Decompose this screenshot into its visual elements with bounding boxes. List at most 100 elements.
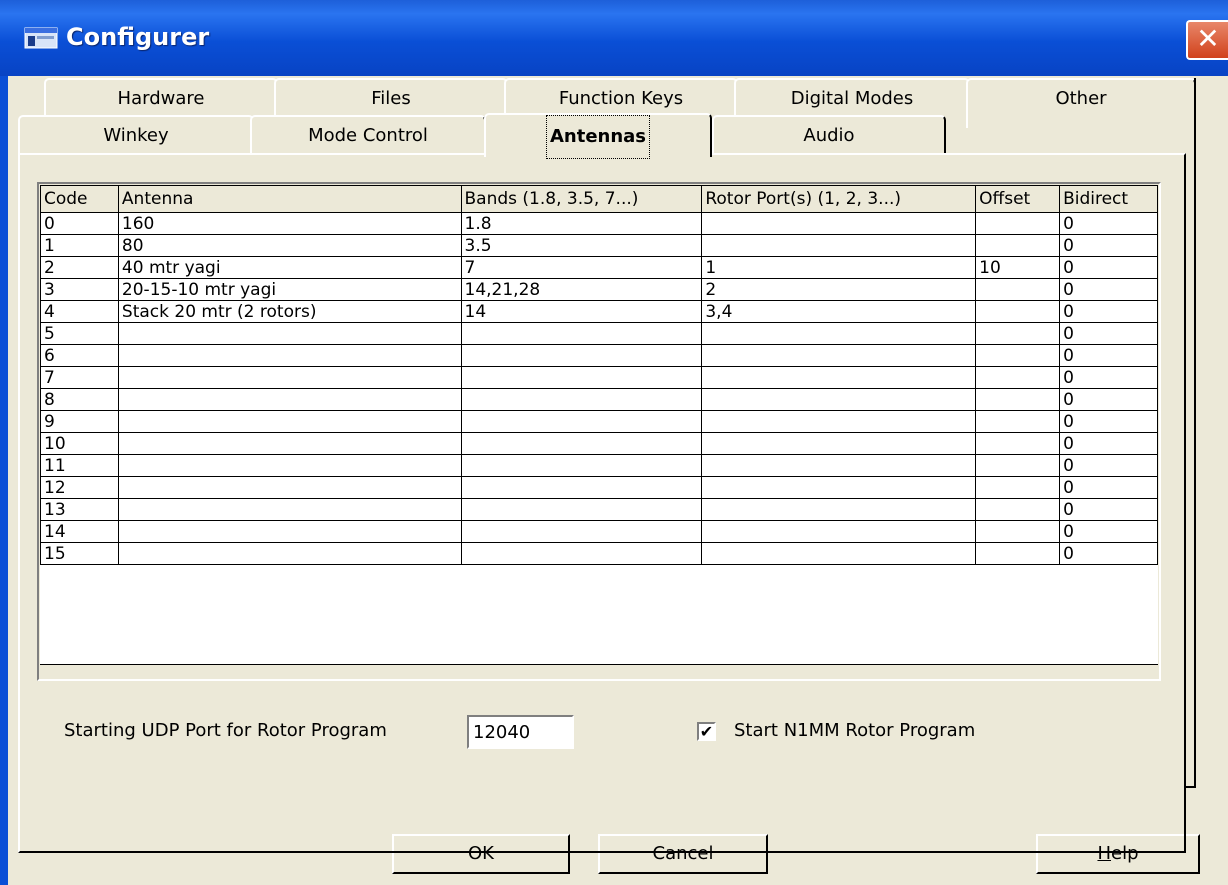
cell-rotor-ports[interactable] [701, 410, 977, 433]
tab-antennas[interactable]: Antennas [484, 113, 712, 159]
cell-bands[interactable] [460, 344, 703, 367]
cell-bidirect[interactable]: 0 [1059, 520, 1158, 543]
tab-audio[interactable]: Audio [712, 115, 946, 155]
cell-bands[interactable]: 7 [460, 256, 703, 279]
cell-offset[interactable] [975, 542, 1061, 565]
close-button[interactable]: ✕ [1186, 20, 1228, 60]
cell-code[interactable]: 13 [40, 498, 119, 521]
cell-antenna[interactable] [117, 388, 462, 411]
tab-files[interactable]: Files [274, 78, 508, 118]
cell-antenna[interactable] [117, 520, 462, 543]
column-header-code[interactable]: Code [40, 185, 119, 213]
table-row[interactable]: 12 0 [40, 476, 1158, 499]
cell-rotor-ports[interactable] [701, 234, 977, 257]
table-row[interactable]: 4 Stack 20 mtr (2 rotors) 14 3,4 0 [40, 300, 1158, 323]
cell-bidirect[interactable]: 0 [1059, 300, 1158, 323]
cell-antenna[interactable] [117, 322, 462, 345]
tab-mode-control[interactable]: Mode Control [250, 115, 486, 155]
cell-rotor-ports[interactable]: 2 [701, 278, 977, 301]
cell-code[interactable]: 9 [40, 410, 119, 433]
cell-bidirect[interactable]: 0 [1059, 344, 1158, 367]
column-header-bidirect[interactable]: Bidirect [1059, 185, 1158, 213]
cell-bands[interactable] [460, 454, 703, 477]
cell-rotor-ports[interactable] [701, 498, 977, 521]
cell-code[interactable]: 6 [40, 344, 119, 367]
cell-code[interactable]: 11 [40, 454, 119, 477]
cell-code[interactable]: 7 [40, 366, 119, 389]
cell-offset[interactable] [975, 410, 1061, 433]
table-row[interactable]: 1 80 3.5 0 [40, 234, 1158, 257]
column-header-antenna[interactable]: Antenna [117, 185, 462, 213]
cell-offset[interactable] [975, 300, 1061, 323]
cell-rotor-ports[interactable] [701, 454, 977, 477]
cell-antenna[interactable]: 160 [117, 212, 462, 235]
cell-code[interactable]: 2 [40, 256, 119, 279]
cell-rotor-ports[interactable] [701, 366, 977, 389]
cell-offset[interactable] [975, 278, 1061, 301]
cell-bidirect[interactable]: 0 [1059, 498, 1158, 521]
cell-code[interactable]: 14 [40, 520, 119, 543]
cell-antenna[interactable] [117, 344, 462, 367]
cell-offset[interactable]: 10 [975, 256, 1061, 279]
cell-bands[interactable] [460, 542, 703, 565]
cell-code[interactable]: 12 [40, 476, 119, 499]
cell-bidirect[interactable]: 0 [1059, 256, 1158, 279]
table-row[interactable]: 15 0 [40, 542, 1158, 565]
cell-offset[interactable] [975, 322, 1061, 345]
column-header-offset[interactable]: Offset [975, 185, 1061, 213]
cell-rotor-ports[interactable] [701, 344, 977, 367]
table-row[interactable]: 2 40 mtr yagi 7 1 10 0 [40, 256, 1158, 279]
cell-code[interactable]: 5 [40, 322, 119, 345]
table-row[interactable]: 70 [40, 366, 1158, 389]
cell-bands[interactable] [460, 520, 703, 543]
cell-rotor-ports[interactable] [701, 212, 977, 235]
cell-antenna[interactable]: Stack 20 mtr (2 rotors) [117, 300, 462, 323]
cell-bidirect[interactable]: 0 [1059, 388, 1158, 411]
cell-bands[interactable] [460, 476, 703, 499]
tab-function-keys[interactable]: Function Keys [504, 78, 738, 118]
cell-bidirect[interactable]: 0 [1059, 410, 1158, 433]
cell-bands[interactable] [460, 366, 703, 389]
table-row[interactable]: 14 0 [40, 520, 1158, 543]
cell-bands[interactable]: 14 [460, 300, 703, 323]
cell-offset[interactable] [975, 366, 1061, 389]
cell-bands[interactable] [460, 410, 703, 433]
cell-rotor-ports[interactable] [701, 520, 977, 543]
cell-bands[interactable]: 14,21,28 [460, 278, 703, 301]
cell-offset[interactable] [975, 498, 1061, 521]
cell-bands[interactable] [460, 388, 703, 411]
cell-bidirect[interactable]: 0 [1059, 432, 1158, 455]
cell-antenna[interactable]: 20-15-10 mtr yagi [117, 278, 462, 301]
cell-bidirect[interactable]: 0 [1059, 454, 1158, 477]
table-row[interactable]: 50 [40, 322, 1158, 345]
tab-other[interactable]: Other [966, 78, 1196, 128]
cell-code[interactable]: 1 [40, 234, 119, 257]
cell-rotor-ports[interactable] [701, 388, 977, 411]
cell-bidirect[interactable]: 0 [1059, 542, 1158, 565]
cell-bands[interactable] [460, 498, 703, 521]
cell-code[interactable]: 0 [40, 212, 119, 235]
table-row[interactable]: 11 0 [40, 454, 1158, 477]
cell-bidirect[interactable]: 0 [1059, 476, 1158, 499]
cell-rotor-ports[interactable] [701, 542, 977, 565]
cell-offset[interactable] [975, 212, 1061, 235]
cell-antenna[interactable] [117, 432, 462, 455]
table-row[interactable]: 13 0 [40, 498, 1158, 521]
cell-rotor-ports[interactable] [701, 432, 977, 455]
cell-offset[interactable] [975, 388, 1061, 411]
table-row[interactable]: 10 0 [40, 432, 1158, 455]
cell-bidirect[interactable]: 0 [1059, 366, 1158, 389]
tab-digital-modes[interactable]: Digital Modes [734, 78, 970, 118]
tab-hardware[interactable]: Hardware [44, 78, 278, 118]
cell-bidirect[interactable]: 0 [1059, 322, 1158, 345]
cell-bidirect[interactable]: 0 [1059, 278, 1158, 301]
antenna-grid[interactable]: Code Antenna Bands (1.8, 3.5, 7...) Roto… [37, 182, 1161, 681]
cell-antenna[interactable] [117, 454, 462, 477]
cell-rotor-ports[interactable]: 3,4 [701, 300, 977, 323]
cell-antenna[interactable] [117, 542, 462, 565]
table-row[interactable]: 90 [40, 410, 1158, 433]
table-row[interactable]: 0 160 1.8 0 [40, 212, 1158, 235]
table-row[interactable]: 80 [40, 388, 1158, 411]
cell-code[interactable]: 4 [40, 300, 119, 323]
cell-bands[interactable] [460, 432, 703, 455]
